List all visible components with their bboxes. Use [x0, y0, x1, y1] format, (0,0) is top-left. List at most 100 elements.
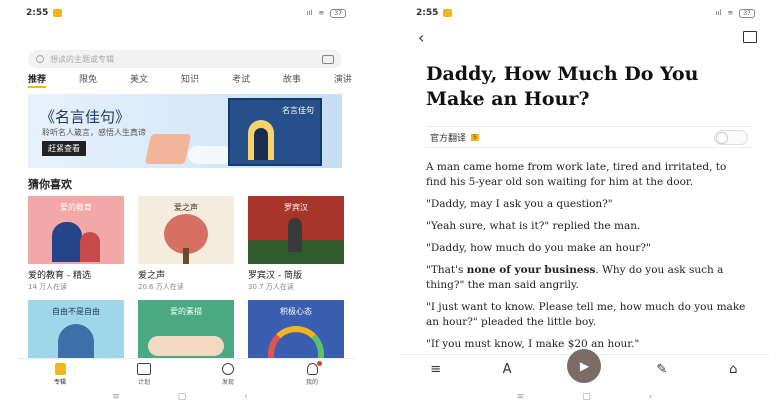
cover-rainbow: [268, 326, 324, 360]
nav-mine[interactable]: 我的: [292, 361, 332, 386]
book-card[interactable]: 爱的素描: [138, 300, 234, 360]
book-cover: 爱的素描: [138, 300, 234, 360]
book-card[interactable]: 爱的教育 爱的教育 - 精选 14 万人在读: [28, 196, 124, 292]
book-cover: 积极心态: [248, 300, 344, 360]
back-icon[interactable]: ‹: [418, 28, 424, 47]
banner-title: 《名言佳句》: [40, 108, 131, 126]
font-icon[interactable]: A: [496, 362, 518, 378]
banner-illustration: [144, 134, 192, 164]
article-paragraph: "Daddy, may I ask you a question?": [426, 197, 746, 212]
cover-figure: [58, 324, 94, 360]
reader-toolbar: ≡ A ▶ ✎ ⌂: [400, 348, 769, 384]
tab-exam[interactable]: 考试: [232, 72, 250, 88]
status-time: 2:55: [26, 8, 49, 18]
section-title: 猜你喜欢: [28, 178, 72, 191]
toggle-knob: [716, 131, 728, 144]
book-card[interactable]: 爱之声 爱之声 20.6 万人在读: [138, 196, 234, 292]
back-key[interactable]: ‹: [649, 392, 653, 402]
tab-speech[interactable]: 演讲: [334, 72, 352, 88]
status-bar: 2:55 ııl ≋ 37: [400, 0, 769, 26]
nav-discover[interactable]: 发现: [208, 363, 248, 386]
category-tabs: 推荐 限免 美文 知识 考试 故事 演讲: [28, 72, 352, 88]
home-key[interactable]: ▢: [582, 392, 591, 402]
book-name: 罗宾汉 - 简版: [248, 271, 302, 281]
back-key[interactable]: ‹: [244, 392, 248, 402]
banner-subtitle: 聆听名人箴言，感悟人生真谛: [42, 128, 146, 137]
menu-key[interactable]: ≡: [517, 392, 525, 402]
tab-recommend[interactable]: 推荐: [28, 72, 47, 88]
notification-icon: [53, 9, 63, 17]
profile-icon: [306, 361, 322, 375]
book-name: 爱的教育 - 精选: [28, 271, 91, 281]
article-paragraph: "That's none of your business. Why do yo…: [426, 263, 746, 293]
tab-free[interactable]: 限免: [79, 72, 97, 88]
scan-icon[interactable]: [322, 54, 334, 64]
battery-icon: 37: [330, 8, 346, 18]
article-paragraph: "Daddy, how much do you make an hour?": [426, 241, 746, 256]
cover-title: 爱的教育: [60, 203, 92, 212]
paragraph-text: "Yeah sure, what is it?" replied the man…: [426, 220, 641, 232]
book-card[interactable]: 自由不是自由: [28, 300, 124, 360]
book-cover: 罗宾汉: [248, 196, 344, 264]
book-silhouette: [254, 128, 268, 160]
paragraph-text: "I just want to know. Please tell me, ho…: [426, 301, 746, 328]
search-input[interactable]: 想读的主题或专辑: [28, 50, 342, 68]
edit-icon[interactable]: ✎: [651, 362, 673, 378]
system-navigation: ≡ ▢ ‹: [0, 388, 360, 406]
menu-key[interactable]: ≡: [112, 392, 120, 402]
paragraph-text: A man came home from work late, tired an…: [426, 161, 727, 188]
cover-title: 积极心态: [280, 307, 312, 316]
cover-title: 爱之声: [174, 203, 198, 212]
translate-badge: 5: [471, 133, 479, 141]
book-readers: 20.6 万人在读: [138, 283, 184, 291]
wifi-icon: ≋: [318, 9, 325, 17]
nav-label: 发现: [221, 379, 234, 386]
book-name: 爱之声: [138, 271, 166, 281]
tab-story[interactable]: 故事: [283, 72, 301, 88]
menu-icon[interactable]: ≡: [425, 362, 447, 378]
cover-title: 罗宾汉: [284, 203, 308, 212]
nav-album[interactable]: 专辑: [40, 363, 80, 386]
search-placeholder: 想读的主题或专辑: [50, 54, 114, 64]
translate-toggle[interactable]: [714, 129, 748, 145]
cover-figure: [80, 232, 100, 262]
toolkit-icon[interactable]: ⌂: [722, 362, 744, 378]
paragraph-text: "If you must know, I make $20 an hour.": [426, 338, 640, 350]
nav-label: 计划: [137, 379, 150, 386]
unread-badge: [316, 361, 322, 366]
cover-hands: [148, 336, 224, 356]
paragraph-text: "Daddy, how much do you make an hour?": [426, 242, 651, 254]
search-icon: [36, 55, 44, 63]
cover-figure: [52, 222, 82, 262]
book-cover: 爱的教育: [28, 196, 124, 264]
book-cover: 爱之声: [138, 196, 234, 264]
paragraph-text: "Daddy, may I ask you a question?": [426, 198, 613, 210]
article-title: Daddy, How Much Do You Make an Hour?: [426, 63, 699, 110]
nav-plan[interactable]: 计划: [124, 363, 164, 386]
calendar-icon: [137, 363, 151, 375]
home-key[interactable]: ▢: [178, 392, 187, 402]
article-screen: 2:55 ııl ≋ 37 ‹ Daddy, How Much Do You M…: [400, 0, 769, 410]
promo-banner[interactable]: 《名言佳句》 聆听名人箴言，感悟人生真谛 赶紧查看 名言佳句: [28, 94, 342, 168]
nav-label: 我的: [305, 379, 318, 386]
share-icon[interactable]: [743, 31, 757, 43]
compass-icon: [222, 363, 234, 375]
article-topbar: ‹: [418, 28, 757, 47]
banner-cta-button[interactable]: 赶紧查看: [42, 141, 86, 156]
signal-icon: ııl: [306, 9, 313, 17]
book-card[interactable]: 积极心态: [248, 300, 344, 360]
tab-essay[interactable]: 美文: [130, 72, 148, 88]
home-screen: 2:55 ııl ≋ 37 想读的主题或专辑 推荐 限免 美文 知识 考试 故事…: [0, 0, 360, 410]
banner-book-cover: 名言佳句: [228, 98, 322, 166]
tab-knowledge[interactable]: 知识: [181, 72, 199, 88]
translate-label: 官方翻译: [430, 133, 467, 144]
book-readers: 14 万人在读: [28, 283, 68, 291]
book-cover: 自由不是自由: [28, 300, 124, 360]
book-card[interactable]: 罗宾汉 罗宾汉 - 简版 30.7 万人在读: [248, 196, 344, 292]
banner-book-title: 名言佳句: [282, 106, 314, 115]
cover-figure: [288, 218, 302, 252]
cover-title: 爱的素描: [170, 307, 202, 316]
status-time: 2:55: [416, 8, 439, 18]
play-icon: ▶: [579, 358, 590, 373]
play-button[interactable]: ▶: [567, 348, 602, 383]
